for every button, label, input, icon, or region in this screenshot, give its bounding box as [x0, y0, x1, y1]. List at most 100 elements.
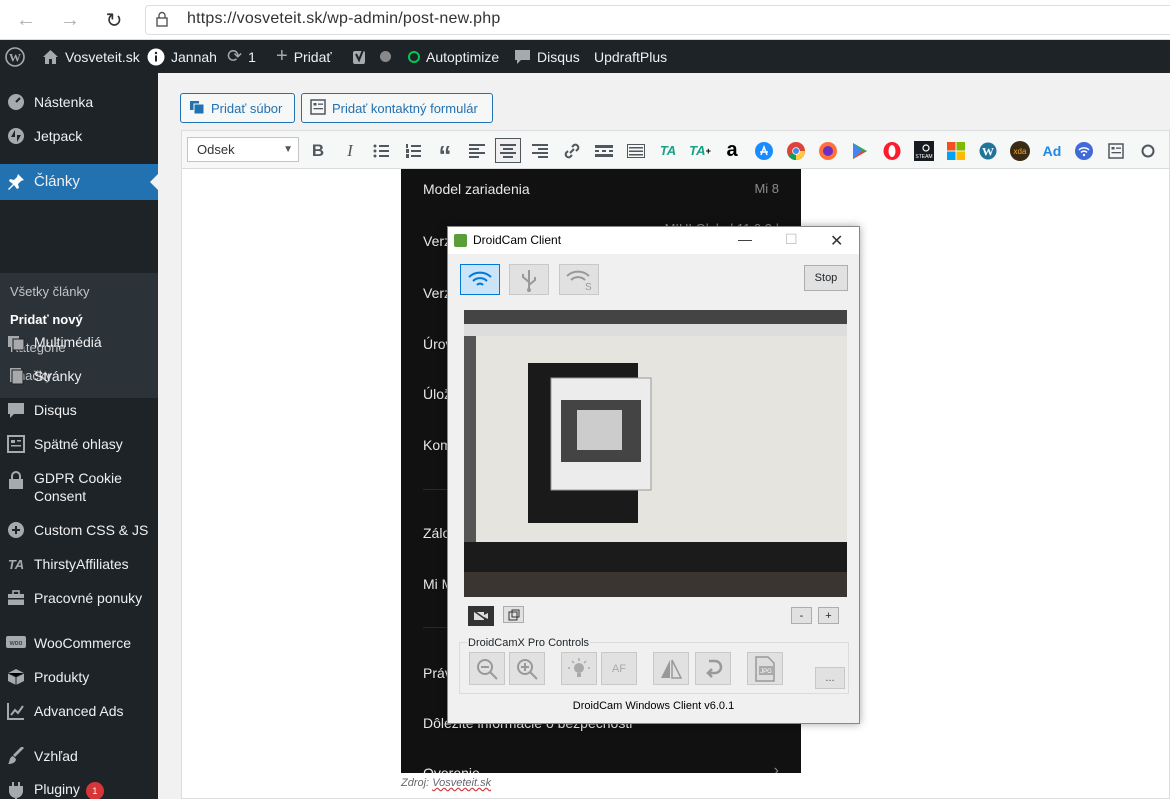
sidebar-item-pages[interactable]: Stránky [0, 365, 158, 387]
rotate-button[interactable] [695, 652, 731, 685]
jpg-file-icon: JPG [755, 655, 775, 682]
pro-controls-label: DroidCamX Pro Controls [467, 637, 591, 649]
opera-icon[interactable] [879, 138, 905, 163]
adguard-icon[interactable]: Ad [1039, 138, 1065, 163]
ta-link-icon[interactable]: TA [655, 138, 681, 163]
zoom-out-button[interactable] [469, 652, 505, 685]
toolbar-toggle-button[interactable] [623, 138, 649, 163]
wordpress-logo-icon[interactable]: W [5, 40, 25, 73]
align-right-button[interactable] [527, 138, 553, 163]
more-button[interactable]: ... [815, 667, 845, 689]
xda-icon[interactable]: xda [1007, 138, 1033, 163]
sidebar-item-products[interactable]: Produkty [0, 666, 158, 688]
adminbar-theme[interactable]: Jannah [147, 40, 217, 73]
window-titlebar[interactable]: DroidCam Client — ☐ ✕ [448, 227, 859, 254]
ta-add-link-icon[interactable]: TA + [687, 138, 713, 163]
amazon-icon[interactable]: a [719, 138, 745, 163]
align-left-button[interactable] [464, 138, 490, 163]
google-play-icon[interactable] [847, 138, 873, 163]
blockquote-button[interactable]: “ [432, 138, 458, 170]
sidebar-item-woocommerce[interactable]: woo WooCommerce [0, 632, 158, 654]
svg-text:W: W [9, 50, 21, 64]
adminbar-site[interactable]: Vosveteit.sk [42, 40, 140, 73]
sidebar-item-dashboard[interactable]: Nástenka [0, 91, 158, 113]
align-center-button[interactable] [495, 138, 521, 163]
windows-icon[interactable] [943, 138, 969, 163]
sidebar-item-disqus[interactable]: Disqus [0, 399, 158, 421]
adminbar-new[interactable]: + Pridať [276, 40, 332, 73]
popout-button[interactable] [503, 606, 524, 623]
camera-off-icon [473, 610, 489, 622]
adminbar-updates[interactable]: ⟳ 1 [227, 40, 256, 73]
app-store-icon[interactable] [751, 138, 777, 163]
forward-arrow-icon[interactable]: → [58, 8, 82, 32]
sidebar-item-custom-css[interactable]: Custom CSS & JS [0, 519, 158, 541]
sidebar-item-appearance[interactable]: Vzhľad [0, 745, 158, 767]
stop-button[interactable]: Stop [804, 265, 848, 291]
comment-icon [6, 400, 26, 420]
circle-icon[interactable] [1135, 138, 1161, 163]
dashboard-icon [6, 92, 26, 112]
adminbar-updraft[interactable]: UpdraftPlus [594, 40, 667, 73]
submenu-all-posts[interactable]: Všetky články [10, 284, 89, 299]
flash-button[interactable] [561, 652, 597, 685]
wordpress-icon[interactable]: W [975, 138, 1001, 163]
sidebar-item-media[interactable]: Multimédiá [0, 331, 158, 353]
wifi-server-button[interactable]: S [559, 264, 599, 295]
adminbar-autoptimize[interactable]: Autoptimize [408, 40, 499, 73]
disqus-label: Disqus [537, 48, 580, 65]
reload-icon[interactable]: ↻ [102, 8, 126, 32]
add-contact-form-button[interactable]: Pridať kontaktný formulár [301, 93, 493, 123]
adminbar-disqus[interactable]: Disqus [514, 40, 580, 73]
chrome-icon[interactable] [783, 138, 809, 163]
bold-button[interactable]: B [305, 138, 331, 163]
back-arrow-icon[interactable]: ← [14, 8, 38, 32]
autoptimize-label: Autoptimize [426, 48, 500, 65]
firefox-icon[interactable] [815, 138, 841, 163]
autofocus-button[interactable]: AF [601, 652, 637, 685]
steam-icon[interactable]: STEAM [911, 138, 937, 163]
droidcam-window: DroidCam Client — ☐ ✕ S Stop - + DroidCa… [447, 226, 860, 724]
maximize-icon[interactable]: ☐ [785, 231, 798, 248]
briefcase-icon [6, 588, 26, 608]
link-icon[interactable] [559, 138, 585, 163]
submenu-add-new[interactable]: Pridať nový [10, 312, 83, 327]
sidebar-item-feedback[interactable]: Spätné ohlasy [0, 433, 158, 455]
read-more-button[interactable] [591, 138, 617, 163]
bullet-list-button[interactable] [368, 138, 394, 163]
form-icon[interactable] [1103, 138, 1129, 163]
wifi-connect-button[interactable] [460, 264, 500, 295]
box-icon [6, 667, 26, 687]
zoom-in-button[interactable] [509, 652, 545, 685]
lock-icon[interactable] [156, 11, 168, 32]
yoast-icon[interactable] [352, 40, 368, 73]
sidebar-item-jetpack[interactable]: Jetpack [0, 125, 158, 147]
jetpack-icon [6, 126, 26, 146]
plus-icon: + [276, 45, 288, 67]
sidebar-item-jobs[interactable]: Pracovné ponuky [0, 587, 158, 609]
sidebar-item-plugins[interactable]: Pluginy 1 [0, 779, 158, 799]
wifi-icon[interactable] [1071, 138, 1097, 163]
mirror-button[interactable] [653, 652, 689, 685]
format-select[interactable]: Odsek ▼ [187, 137, 299, 162]
italic-button[interactable]: I [337, 138, 363, 163]
camera-off-button[interactable] [468, 606, 494, 626]
updraft-label: UpdraftPlus [594, 48, 668, 65]
sidebar-item-gdpr[interactable]: GDPR Cookie Consent [0, 467, 158, 507]
caption-link[interactable]: Vosveteit.sk [432, 777, 491, 789]
plugin-icon [6, 780, 26, 799]
plugins-label: Pluginy [34, 781, 80, 798]
zoom-plus-button[interactable]: + [818, 607, 839, 624]
save-jpg-button[interactable]: JPG [747, 652, 783, 685]
add-file-button[interactable]: Pridať súbor [180, 93, 295, 123]
usb-connect-button[interactable] [509, 264, 549, 295]
sidebar-item-advanced-ads[interactable]: Advanced Ads [0, 700, 158, 722]
admin-bar: W Vosveteit.sk Jannah ⟳ 1 + Pridať Autop… [0, 40, 1170, 73]
zoom-minus-button[interactable]: - [791, 607, 812, 624]
minimize-icon[interactable]: — [738, 231, 752, 247]
form-icon [310, 98, 326, 118]
numbered-list-button[interactable] [400, 138, 426, 163]
sidebar-item-posts[interactable]: Články [0, 164, 158, 200]
sidebar-item-thirsty[interactable]: TA ThirstyAffiliates [0, 553, 158, 575]
close-icon[interactable]: ✕ [830, 231, 843, 251]
